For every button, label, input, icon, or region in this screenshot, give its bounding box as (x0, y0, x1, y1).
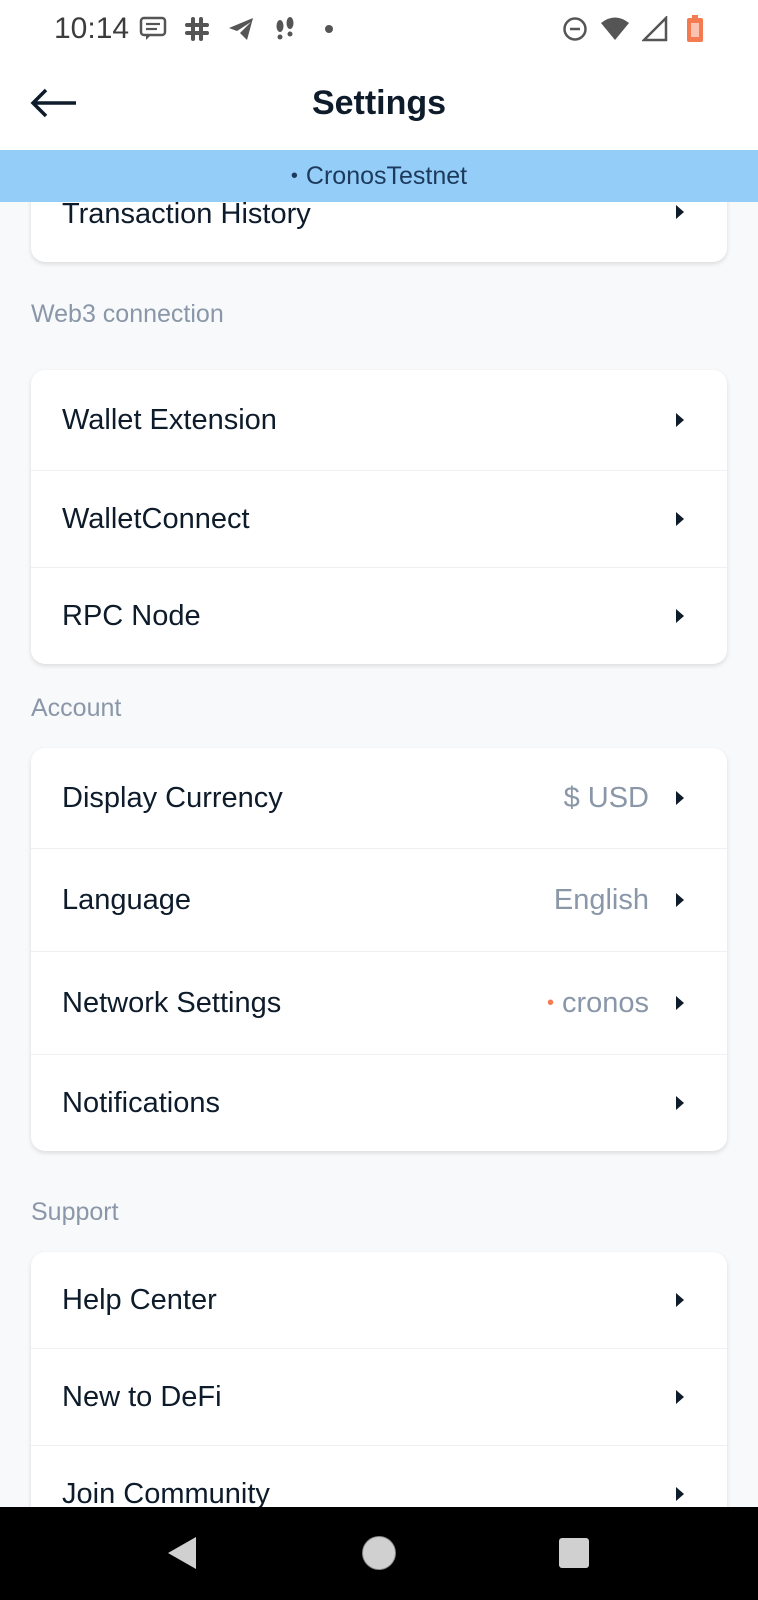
row-label: Notifications (62, 1086, 220, 1119)
new-to-defi-row[interactable]: New to DeFi (31, 1349, 727, 1446)
app-header: Settings (0, 60, 758, 150)
notification-icons (138, 14, 344, 44)
slack-icon (182, 14, 212, 44)
row-label: Join Community (62, 1477, 270, 1508)
feet-icon (270, 14, 300, 44)
nav-back-icon (165, 1535, 199, 1576)
row-value: $ USD (563, 781, 649, 814)
nav-home-icon (359, 1533, 399, 1578)
chevron-right-icon (673, 1388, 687, 1406)
help-center-row[interactable]: Help Center (31, 1252, 727, 1349)
row-label: RPC Node (62, 599, 201, 632)
wallet-extension-row[interactable]: Wallet Extension (31, 370, 727, 471)
signal-icon (640, 14, 670, 44)
chevron-right-icon (673, 891, 687, 909)
network-settings-row[interactable]: Network Settings • cronos (31, 952, 727, 1055)
chevron-right-icon (673, 789, 687, 807)
row-value: English (553, 883, 649, 916)
row-label: Wallet Extension (62, 403, 277, 436)
display-currency-row[interactable]: Display Currency $ USD (31, 748, 727, 849)
row-value: • cronos (547, 987, 649, 1020)
network-status-dot: • (546, 992, 554, 1015)
nav-back-button[interactable] (160, 1533, 204, 1577)
row-label: Transaction History (62, 202, 311, 230)
row-label: Display Currency (62, 781, 283, 814)
nav-home-button[interactable] (357, 1533, 401, 1577)
battery-icon (680, 14, 710, 44)
section-title-web3: Web3 connection (31, 300, 224, 328)
status-bar: 10:14 (0, 0, 758, 60)
row-label: Language (62, 883, 192, 916)
network-name: CronosTestnet (305, 161, 468, 190)
message-icon (138, 14, 168, 44)
row-label: Network Settings (62, 986, 282, 1019)
do-not-disturb-icon (560, 14, 590, 44)
system-nav-bar (0, 1507, 758, 1600)
web3-card: Wallet Extension WalletConnect RPC Node (31, 370, 727, 664)
chevron-right-icon (673, 1485, 687, 1503)
network-banner: • CronosTestnet (0, 150, 758, 202)
row-label: WalletConnect (62, 502, 250, 535)
wifi-icon (600, 14, 630, 44)
chevron-right-icon (673, 607, 687, 625)
chevron-right-icon (673, 994, 687, 1012)
walletconnect-row[interactable]: WalletConnect (31, 471, 727, 568)
join-community-row[interactable]: Join Community (31, 1446, 727, 1507)
transaction-history-row[interactable]: Transaction History (31, 202, 727, 262)
history-card: Transaction History (31, 202, 727, 262)
telegram-icon (226, 14, 256, 44)
chevron-right-icon (673, 510, 687, 528)
support-card: Help Center New to DeFi Join Community (31, 1252, 727, 1507)
network-dot: • (290, 164, 298, 187)
language-row[interactable]: Language English (31, 849, 727, 952)
page-title: Settings (311, 84, 447, 122)
rpc-node-row[interactable]: RPC Node (31, 568, 727, 664)
system-icons (560, 14, 710, 44)
account-card: Display Currency $ USD Language English … (31, 748, 727, 1151)
dot-icon (314, 14, 344, 44)
row-label: Help Center (62, 1283, 217, 1316)
row-label: New to DeFi (62, 1380, 222, 1413)
section-title-support: Support (31, 1198, 119, 1226)
network-value: cronos (561, 986, 649, 1019)
status-time: 10:14 (54, 12, 130, 45)
chevron-right-icon (673, 1094, 687, 1112)
chevron-right-icon (673, 1291, 687, 1309)
chevron-right-icon (673, 203, 687, 221)
chevron-right-icon (673, 411, 687, 429)
nav-recents-button[interactable] (552, 1533, 596, 1577)
section-title-account: Account (31, 694, 122, 722)
notifications-row[interactable]: Notifications (31, 1055, 727, 1151)
nav-recents-icon (558, 1537, 590, 1574)
settings-list[interactable]: Transaction History Web3 connection Wall… (0, 202, 758, 1507)
